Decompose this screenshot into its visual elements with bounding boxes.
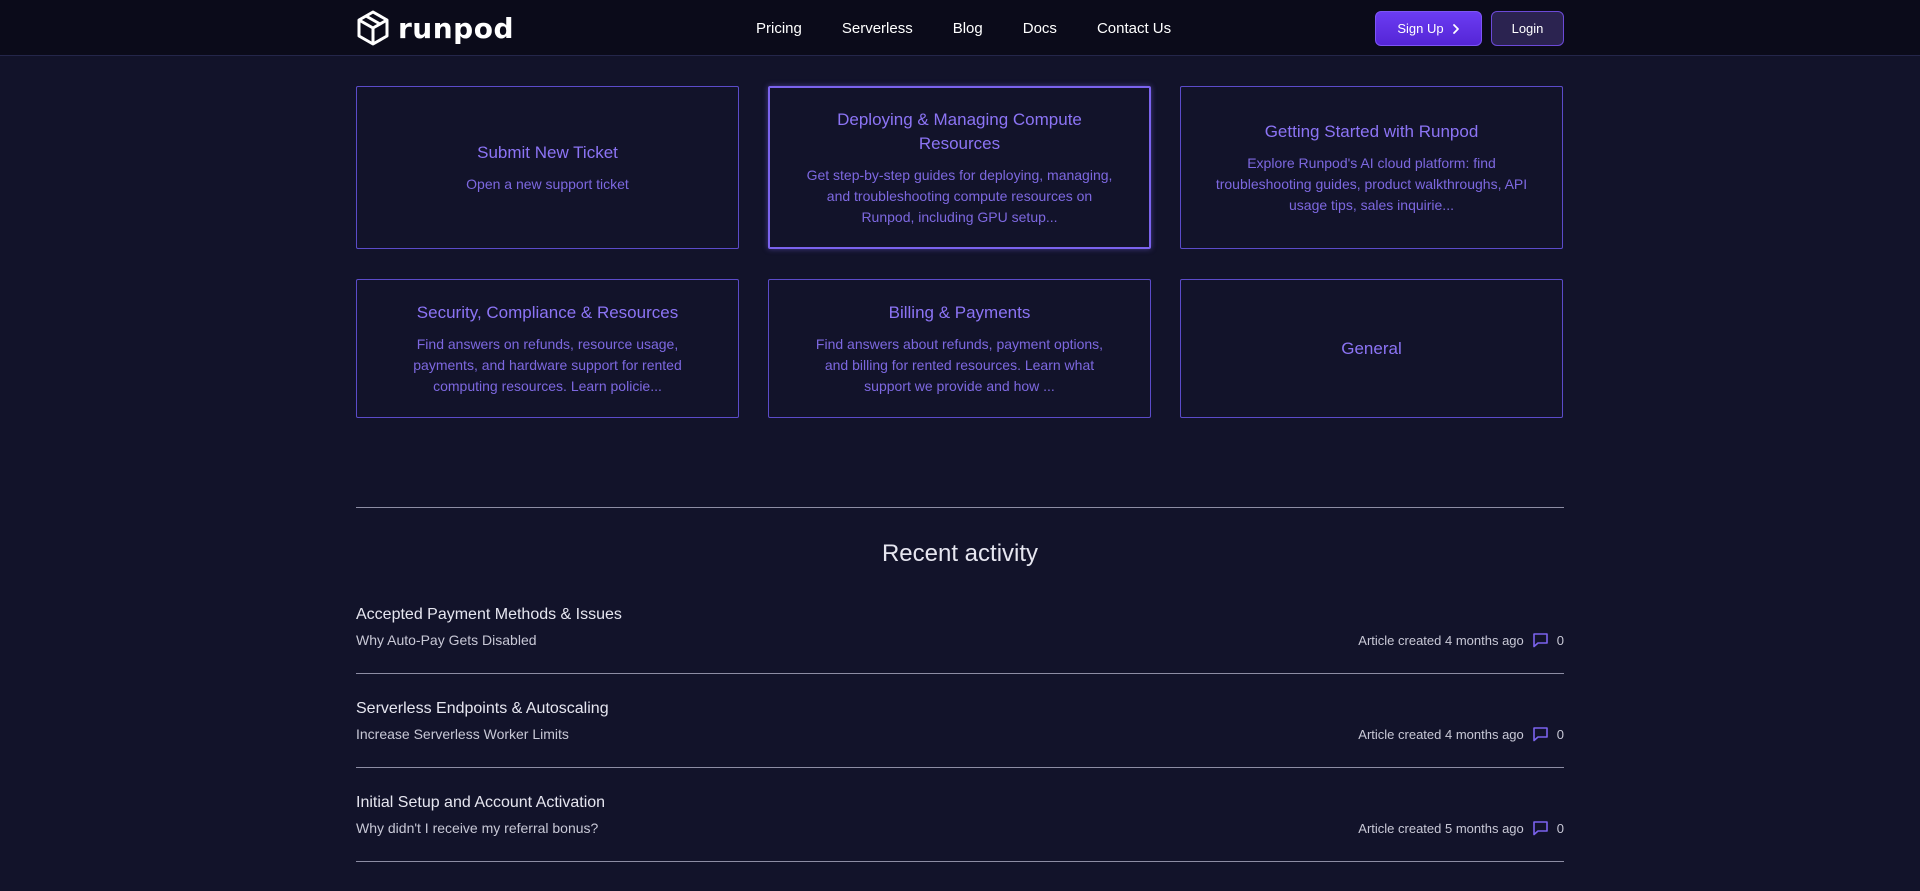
card-description: Open a new support ticket [466, 175, 629, 192]
sign-up-label: Sign Up [1397, 21, 1444, 36]
card-getting-started[interactable]: Getting Started with Runpod Explore Runp… [1180, 86, 1563, 249]
card-general[interactable]: General [1180, 279, 1563, 418]
comment-icon [1532, 821, 1548, 836]
comment-count: 0 [1556, 726, 1564, 742]
login-label: Login [1511, 21, 1544, 36]
activity-category-link[interactable]: Accepted Payment Methods & Issues [356, 606, 622, 624]
section-divider [356, 507, 1564, 508]
recent-activity-list: Accepted Payment Methods & Issues Why Au… [356, 580, 1564, 862]
comment-icon [1532, 633, 1548, 648]
comment-icon [1532, 727, 1548, 742]
card-deploying-compute[interactable]: Deploying & Managing Compute Resources G… [768, 86, 1151, 249]
card-title: General [1341, 338, 1402, 358]
activity-article-link[interactable]: Why Auto-Pay Gets Disabled [356, 632, 537, 648]
card-submit-ticket[interactable]: Submit New Ticket Open a new support tic… [356, 86, 739, 249]
main-nav: Pricing Serverless Blog Docs Contact Us [756, 0, 1171, 56]
activity-meta: Article created 4 months ago 0 [1358, 726, 1564, 742]
activity-meta: Article created 5 months ago 0 [1358, 820, 1564, 836]
activity-timestamp: Article created 4 months ago [1358, 726, 1524, 742]
comment-count: 0 [1556, 820, 1564, 836]
activity-article-link[interactable]: Why didn't I receive my referral bonus? [356, 820, 598, 836]
card-description: Get step-by-step guides for deploying, m… [806, 166, 1113, 225]
top-navbar: runpod Pricing Serverless Blog Docs Cont… [0, 0, 1920, 56]
navbar-inner: runpod Pricing Serverless Blog Docs Cont… [356, 0, 1564, 56]
category-cards: Submit New Ticket Open a new support tic… [356, 86, 1564, 418]
nav-pricing[interactable]: Pricing [756, 20, 802, 37]
list-item: Initial Setup and Account Activation Why… [356, 768, 1564, 862]
list-item: Serverless Endpoints & Autoscaling Incre… [356, 674, 1564, 768]
activity-category-link[interactable]: Serverless Endpoints & Autoscaling [356, 700, 609, 718]
card-description: Find answers about refunds, payment opti… [815, 335, 1104, 394]
card-description: Explore Runpod's AI cloud platform: find… [1215, 154, 1528, 213]
login-button[interactable]: Login [1491, 11, 1564, 46]
card-title: Deploying & Managing Compute Resources [837, 109, 1082, 153]
activity-timestamp: Article created 4 months ago [1358, 632, 1524, 648]
activity-category-link[interactable]: Initial Setup and Account Activation [356, 794, 605, 812]
logo-text: runpod [398, 11, 514, 45]
card-title: Getting Started with Runpod [1264, 121, 1479, 141]
comment-count: 0 [1556, 632, 1564, 648]
recent-activity-heading: Recent activity [881, 540, 1039, 567]
chevron-right-icon [1452, 23, 1459, 34]
nav-serverless[interactable]: Serverless [842, 20, 913, 37]
cube-icon [357, 10, 389, 46]
activity-timestamp: Article created 5 months ago [1358, 820, 1524, 836]
nav-docs[interactable]: Docs [1023, 20, 1057, 37]
sign-up-button[interactable]: Sign Up [1375, 11, 1482, 46]
nav-blog[interactable]: Blog [953, 20, 983, 37]
runpod-logo[interactable]: runpod [356, 10, 514, 46]
card-title: Billing & Payments [888, 302, 1031, 322]
list-item: Accepted Payment Methods & Issues Why Au… [356, 580, 1564, 674]
card-billing-payments[interactable]: Billing & Payments Find answers about re… [768, 279, 1151, 418]
card-title: Security, Compliance & Resources [416, 302, 679, 322]
card-description: Find answers on refunds, resource usage,… [413, 335, 682, 394]
nav-contact-us[interactable]: Contact Us [1097, 20, 1171, 37]
card-title: Submit New Ticket [477, 142, 618, 162]
activity-meta: Article created 4 months ago 0 [1358, 632, 1564, 648]
activity-article-link[interactable]: Increase Serverless Worker Limits [356, 726, 569, 742]
card-security-compliance[interactable]: Security, Compliance & Resources Find an… [356, 279, 739, 418]
